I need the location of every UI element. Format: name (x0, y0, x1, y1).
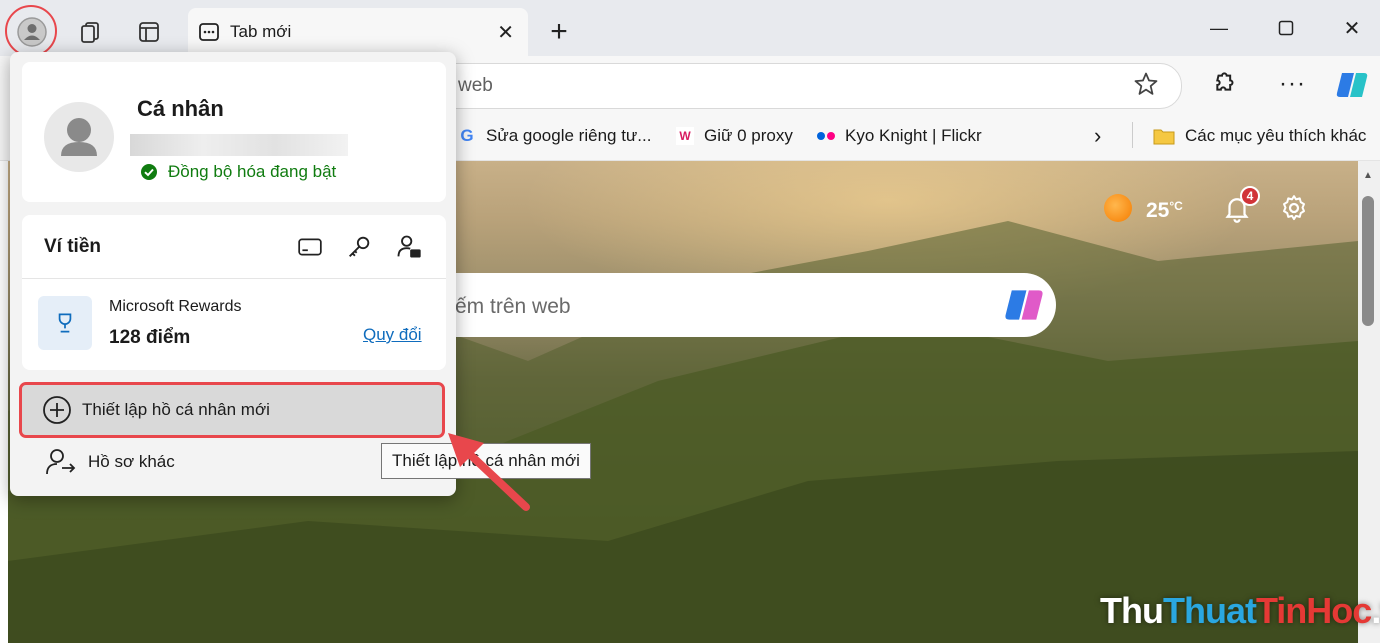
personal-info-button[interactable] (395, 233, 423, 266)
flickr-icon (817, 127, 835, 145)
copilot-icon (1005, 290, 1043, 320)
bookmarks-overflow-button[interactable]: › (1094, 123, 1102, 148)
watermark-part: Thu (1100, 590, 1164, 631)
weather-sun-icon[interactable] (1104, 194, 1132, 222)
profile-email-redacted (130, 134, 348, 156)
bookmark-label: Kyo Knight | Flickr (845, 126, 982, 145)
workspaces-icon (81, 22, 99, 43)
other-profiles-label: Hồ sơ khác (88, 452, 175, 471)
red-arrow-annotation (448, 433, 530, 511)
star-icon (1134, 72, 1158, 95)
avatar-highlight-ring (5, 5, 57, 57)
favorite-star-button[interactable] (1132, 70, 1160, 103)
copilot-button[interactable] (1334, 67, 1370, 108)
copilot-icon (1336, 73, 1368, 97)
bookmark-item[interactable]: G Sửa google riêng tư... (458, 125, 651, 147)
switch-profile-icon (46, 449, 76, 475)
scroll-up-icon[interactable]: ▲ (1363, 170, 1373, 181)
folder-label: Các mục yêu thích khác (1185, 126, 1367, 145)
newtab-icon (198, 21, 220, 43)
payment-methods-button[interactable] (297, 234, 323, 265)
ellipsis-icon: ··· (1279, 70, 1306, 97)
sync-status-label: Đồng bộ hóa đang bật (168, 162, 337, 181)
bookmark-item[interactable]: Kyo Knight | Flickr (817, 125, 982, 147)
rewards-trophy-icon (38, 296, 92, 350)
add-circle-icon (43, 396, 71, 424)
setup-new-profile-button[interactable]: Thiết lập hồ cá nhân mới (19, 382, 445, 438)
tab-title: Tab mới (230, 22, 292, 41)
maximize-button[interactable] (1264, 6, 1308, 50)
close-icon: ✕ (1343, 17, 1361, 40)
wallet-divider (22, 278, 446, 279)
address-bar-text[interactable]: web (458, 75, 493, 97)
temp-value: 25 (1146, 199, 1170, 222)
bookmarks-divider (1132, 122, 1133, 148)
search-copilot-button[interactable] (1002, 283, 1046, 332)
vertical-tabs-button[interactable] (127, 10, 171, 54)
tab-new-tab[interactable]: Tab mới ✕ (188, 8, 528, 56)
sync-status[interactable]: Đồng bộ hóa đang bật (140, 162, 336, 182)
check-circle-icon (141, 164, 157, 180)
close-tab-icon[interactable]: ✕ (497, 20, 514, 45)
bookmark-label: Giữ 0 proxy (704, 126, 793, 145)
minimize-icon: — (1210, 17, 1228, 38)
proxy-icon: W (676, 127, 694, 145)
watermark-part: TinHoc (1255, 590, 1372, 631)
more-button[interactable]: ··· (1279, 70, 1306, 98)
rewards-points: 128 điểm (109, 327, 191, 348)
bookmark-item[interactable]: W Giữ 0 proxy (676, 125, 793, 147)
redeem-link[interactable]: Quy đổi (363, 325, 422, 345)
google-icon: G (460, 126, 474, 145)
key-icon (349, 236, 370, 257)
new-tab-button[interactable]: + (537, 10, 581, 54)
credit-card-icon (298, 238, 322, 256)
passwords-button[interactable] (345, 233, 373, 266)
close-window-button[interactable]: ✕ (1330, 6, 1374, 50)
setup-new-profile-label: Thiết lập hồ cá nhân mới (82, 400, 270, 419)
profile-avatar (44, 102, 114, 172)
chevron-right-icon: › (1094, 123, 1102, 148)
folder-icon (1153, 127, 1175, 145)
rewards-title: Microsoft Rewards (109, 298, 242, 315)
scrollbar-thumb[interactable] (1362, 196, 1374, 326)
puzzle-icon (1216, 72, 1234, 91)
watermark-part: Thuat (1162, 590, 1257, 631)
plus-icon: + (550, 15, 568, 48)
search-placeholder[interactable]: ếm trên web (455, 295, 571, 319)
page-settings-button[interactable] (1279, 193, 1309, 228)
bookmark-label: Sửa google riêng tư... (486, 126, 652, 145)
extensions-button[interactable] (1208, 71, 1236, 104)
temp-unit: °C (1169, 199, 1183, 213)
notification-count-badge: 4 (1240, 186, 1260, 206)
tab-actions-icon (139, 22, 159, 42)
profile-name: Cá nhân (137, 96, 224, 121)
weather-temperature[interactable]: 25°C (1146, 199, 1183, 223)
watermark-part: .vn (1371, 590, 1380, 631)
other-favorites-folder[interactable]: Các mục yêu thích khác (1153, 125, 1366, 147)
gear-icon (1283, 195, 1305, 221)
minimize-button[interactable]: — (1197, 6, 1241, 50)
maximize-icon (1278, 20, 1294, 36)
watermark: ThuThuatTinHoc.vn (1100, 590, 1380, 632)
person-card-icon (397, 235, 421, 258)
wallet-title[interactable]: Ví tiền (44, 236, 101, 258)
workspaces-button[interactable] (68, 10, 112, 54)
other-profiles-button[interactable]: Hồ sơ khác (44, 446, 175, 478)
